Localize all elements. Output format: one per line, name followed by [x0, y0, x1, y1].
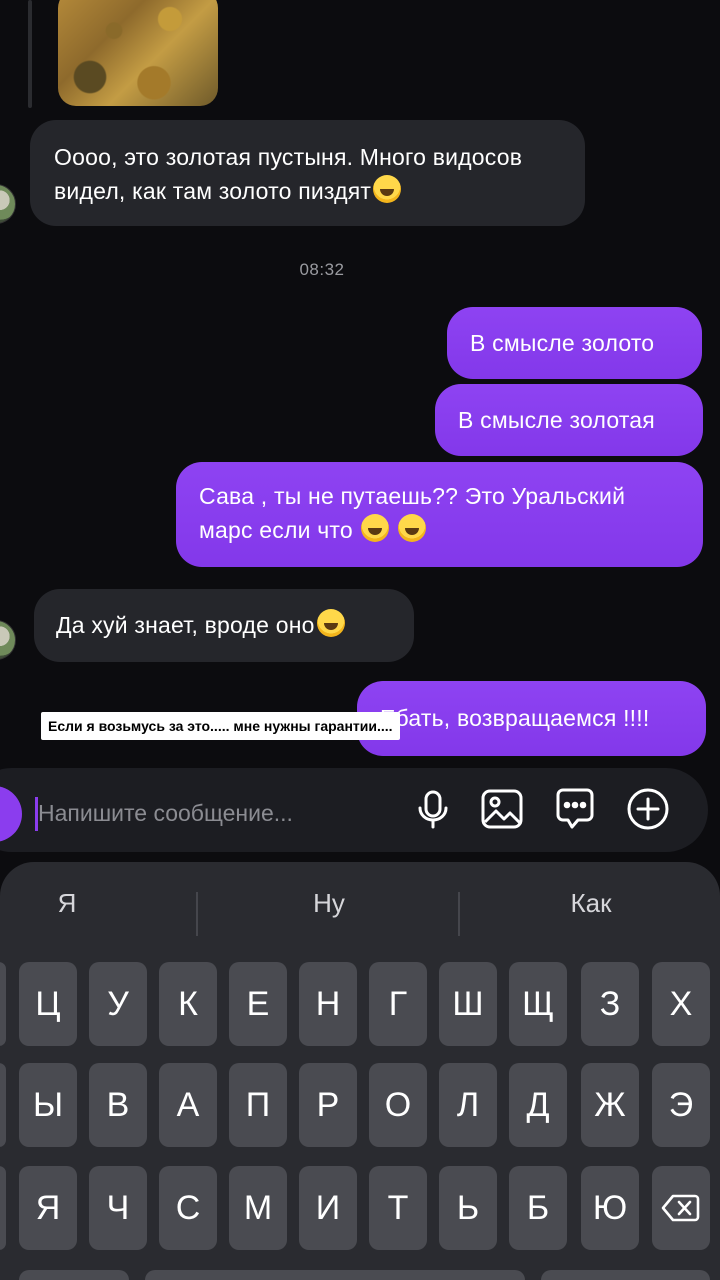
microphone-icon[interactable] [410, 786, 456, 832]
laughing-emoji-icon [361, 514, 390, 542]
outgoing-message[interactable]: Ебать, возвращаемся !!!! [357, 681, 706, 756]
suggestion-divider [196, 892, 198, 936]
key[interactable]: М [229, 1166, 287, 1250]
add-icon[interactable] [625, 786, 671, 832]
laughing-emoji-icon [316, 609, 345, 637]
timestamp: 08:32 [299, 260, 345, 279]
key[interactable]: Г [369, 962, 427, 1046]
suggestion-2[interactable]: Ну [229, 888, 429, 919]
suggestion-1[interactable]: Я [0, 888, 167, 919]
key[interactable]: К [159, 962, 217, 1046]
key[interactable]: И [299, 1166, 357, 1250]
key[interactable]: Я [19, 1166, 77, 1250]
key[interactable]: У [89, 962, 147, 1046]
key[interactable]: П [229, 1063, 287, 1147]
space-key[interactable] [145, 1270, 525, 1280]
shared-photo[interactable] [58, 0, 218, 106]
laughing-emoji-icon [398, 514, 427, 542]
key[interactable]: Ч [89, 1166, 147, 1250]
key[interactable]: А [159, 1063, 217, 1147]
incoming-message[interactable]: Да хуй знает, вроде оно [34, 589, 414, 662]
key[interactable]: Е [229, 962, 287, 1046]
key-partial[interactable] [19, 1270, 129, 1280]
backspace-icon [661, 1194, 700, 1222]
key[interactable]: Л [439, 1063, 497, 1147]
gallery-icon[interactable] [479, 786, 525, 832]
suggestion-3[interactable]: Как [491, 888, 691, 919]
key[interactable]: О [369, 1063, 427, 1147]
key[interactable]: Щ [509, 962, 567, 1046]
grinning-emoji-icon [373, 175, 402, 203]
key-partial[interactable] [0, 1063, 6, 1147]
key[interactable]: Ж [581, 1063, 639, 1147]
key[interactable]: Ь [439, 1166, 497, 1250]
incoming-message[interactable]: Оооо, это золотая пустыня. Много видосов… [30, 120, 585, 226]
message-text: В смысле золото [470, 330, 655, 356]
key[interactable]: Р [299, 1063, 357, 1147]
key[interactable]: С [159, 1166, 217, 1250]
key[interactable]: З [581, 962, 639, 1046]
key[interactable]: Т [369, 1166, 427, 1250]
suggestion-divider [458, 892, 460, 936]
key-partial[interactable] [0, 1166, 6, 1250]
key[interactable]: Н [299, 962, 357, 1046]
backspace-key[interactable] [652, 1166, 710, 1250]
message-text: В смысле золотая [458, 407, 655, 433]
chat-thread: Оооо, это золотая пустыня. Много видосов… [0, 0, 720, 860]
message-text: Ебать, возвращаемся !!!! [380, 705, 650, 731]
key-partial[interactable] [0, 962, 6, 1046]
message-input[interactable] [38, 790, 398, 836]
key[interactable]: Ы [19, 1063, 77, 1147]
outgoing-message[interactable]: В смысле золотая [435, 384, 703, 456]
key[interactable]: Д [509, 1063, 567, 1147]
key[interactable]: Ю [581, 1166, 639, 1250]
outgoing-message[interactable]: В смысле золото [447, 307, 702, 379]
message-text: Оооо, это золотая пустыня. Много видосов… [54, 144, 523, 204]
key[interactable]: Ш [439, 962, 497, 1046]
reply-thread-line [28, 0, 32, 108]
avatar[interactable] [0, 620, 16, 660]
key[interactable]: Э [652, 1063, 710, 1147]
caption-overlay: Если я возьмусь за это..... мне нужны га… [41, 712, 400, 740]
outgoing-message[interactable]: Сава , ты не путаешь?? Это Уральский мар… [176, 462, 703, 567]
message-text: Да хуй знает, вроде оно [56, 612, 315, 638]
key[interactable]: Ц [19, 962, 77, 1046]
return-key[interactable] [541, 1270, 710, 1280]
key[interactable]: Б [509, 1166, 567, 1250]
key[interactable]: Х [652, 962, 710, 1046]
avatar[interactable] [0, 184, 16, 224]
sticker-chat-icon[interactable] [552, 786, 598, 832]
key[interactable]: В [89, 1063, 147, 1147]
